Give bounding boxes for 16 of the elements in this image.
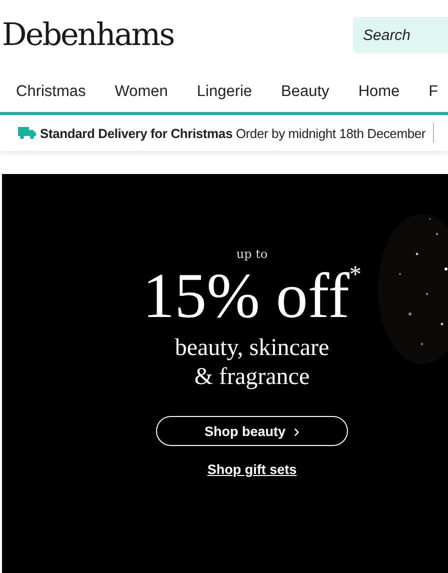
headline: 15% off$^{*}$ (142, 263, 362, 329)
nav-link[interactable]: Beauty (281, 83, 330, 101)
delivery-message: Standard Delivery for Christmas Order by midnight 18th December (40, 126, 426, 140)
nav-link[interactable]: Women (114, 83, 168, 101)
nav-link[interactable]: F (428, 83, 438, 101)
shop-button[interactable]: Shop beauty › (156, 416, 348, 446)
eyebrow-text: up to (236, 247, 268, 261)
nav-link[interactable]: Lingerie (196, 83, 252, 101)
logo[interactable]: Debenhams (2, 17, 174, 53)
subheadline: beauty, skincare & fragrance (174, 334, 330, 392)
chevron-icon: › (294, 420, 300, 442)
nav-link[interactable]: Christmas (16, 83, 86, 101)
search-field[interactable]: Search (353, 17, 448, 53)
nav-link[interactable]: Home (358, 83, 400, 101)
truck-icon (18, 127, 36, 139)
shop-link[interactable]: Shop gift sets (207, 462, 297, 477)
